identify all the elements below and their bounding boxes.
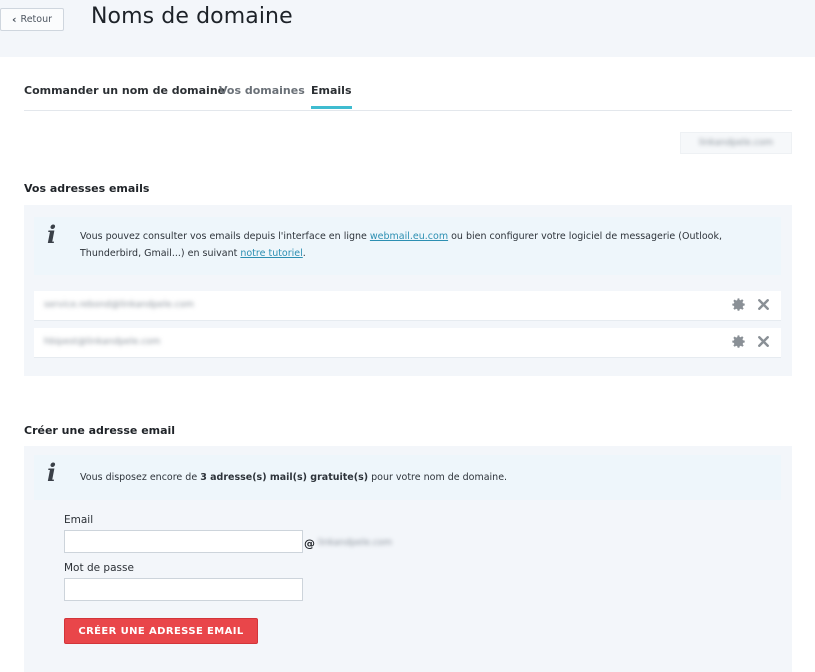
email-row: service.rebond@linkandpele.com <box>34 291 781 320</box>
create-info-box: i Vous disposez encore de 3 adresse(s) m… <box>34 455 781 500</box>
password-input[interactable] <box>64 578 303 601</box>
password-label: Mot de passe <box>64 562 134 574</box>
info-text-part: pour votre nom de domaine. <box>368 472 508 483</box>
info-text-part: Vous pouvez consulter vos emails depuis … <box>80 231 370 242</box>
domain-suffix: linkandpele.com <box>318 538 393 548</box>
page-title: Noms de domaine <box>91 4 293 29</box>
email-label: Email <box>64 514 94 526</box>
create-info-text: Vous disposez encore de 3 adresse(s) mai… <box>80 469 507 486</box>
email-address: service.rebond@linkandpele.com <box>44 300 194 310</box>
create-email-button[interactable]: CRÉER UNE ADRESSE EMAIL <box>64 618 258 644</box>
info-text-part: Vous disposez encore de <box>80 472 201 483</box>
domain-select-value: linkandpele.com <box>698 138 774 148</box>
tutorial-link[interactable]: notre tutoriel <box>240 248 302 259</box>
tab-emails[interactable]: Emails <box>311 84 352 109</box>
emails-info-box: i Vous pouvez consulter vos emails depui… <box>34 217 781 275</box>
create-section-title: Créer une adresse email <box>24 424 176 437</box>
tab-vos-domaines[interactable]: Vos domaines <box>219 84 305 108</box>
at-sign: @ <box>304 537 315 550</box>
email-input[interactable] <box>64 530 303 553</box>
close-icon[interactable] <box>756 334 771 349</box>
info-icon: i <box>47 220 57 249</box>
info-icon: i <box>47 458 57 487</box>
emails-info-text: Vous pouvez consulter vos emails depuis … <box>80 228 770 262</box>
info-text-part: . <box>302 248 306 259</box>
tab-bar: Commander un nom de domaine Vos domaines… <box>24 84 792 111</box>
gear-icon[interactable] <box>731 297 746 312</box>
emails-panel: i Vous pouvez consulter vos emails depui… <box>24 205 792 376</box>
back-label: Retour <box>20 14 53 25</box>
email-row: hbipest@linkandpele.com <box>34 328 781 357</box>
back-button[interactable]: ‹ Retour <box>0 8 64 31</box>
webmail-link[interactable]: webmail.eu.com <box>370 231 448 242</box>
close-icon[interactable] <box>756 297 771 312</box>
email-address: hbipest@linkandpele.com <box>44 337 161 347</box>
domain-select[interactable]: linkandpele.com <box>680 132 792 154</box>
chevron-left-icon: ‹ <box>11 13 17 26</box>
tab-commander[interactable]: Commander un nom de domaine <box>24 84 225 108</box>
gear-icon[interactable] <box>731 334 746 349</box>
emails-section-title: Vos adresses emails <box>24 182 150 195</box>
free-addresses-count: 3 adresse(s) mail(s) gratuite(s) <box>200 472 369 483</box>
